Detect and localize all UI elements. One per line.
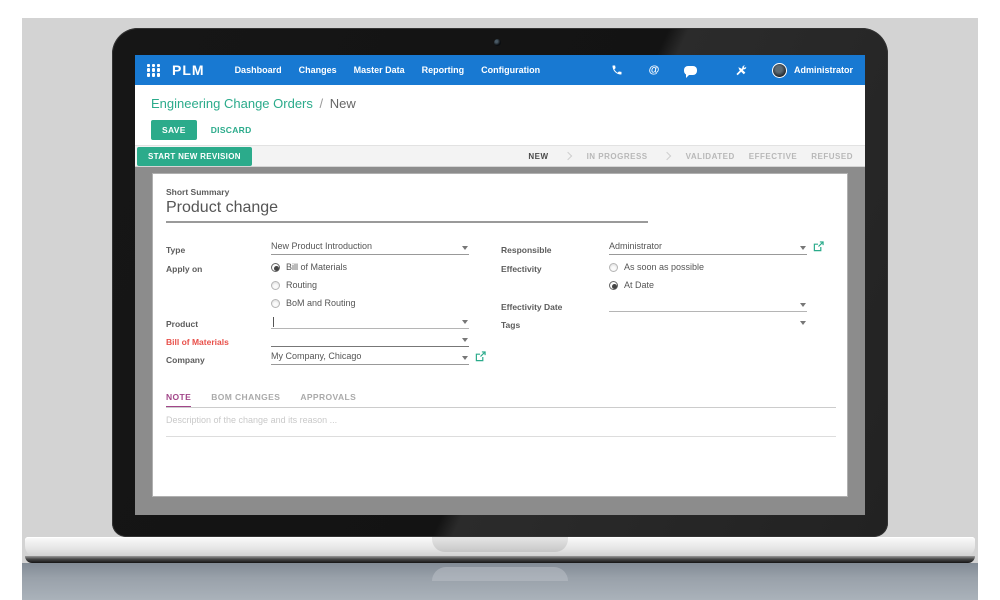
menu-dashboard[interactable]: Dashboard <box>235 65 282 75</box>
apps-grid-icon[interactable] <box>147 64 160 77</box>
radio-label: At Date <box>624 280 654 290</box>
radio-checked-icon <box>271 263 280 272</box>
radio-checked-icon <box>609 281 618 290</box>
tab-approvals[interactable]: APPROVALS <box>300 392 356 408</box>
responsible-value: Administrator <box>609 241 662 251</box>
laptop-front-edge <box>25 556 975 563</box>
menu-master-data[interactable]: Master Data <box>354 65 405 75</box>
laptop-reflection-notch <box>432 567 568 581</box>
breadcrumb-zone: Engineering Change Orders / New SAVE DIS… <box>135 85 865 145</box>
effectivity-date-select[interactable] <box>609 298 807 312</box>
chevron-down-icon <box>462 246 468 250</box>
chevron-down-icon <box>800 246 806 250</box>
save-button[interactable]: SAVE <box>151 120 197 140</box>
responsible-select[interactable]: Administrator <box>609 241 807 255</box>
workspace: Short Summary Product change Type New Pr… <box>135 167 865 515</box>
user-name[interactable]: Administrator <box>794 65 853 75</box>
stage-new[interactable]: NEW <box>528 152 548 161</box>
radio-bill-of-materials[interactable]: Bill of Materials <box>271 262 347 272</box>
apply-on-label: Apply on <box>166 264 202 274</box>
laptop-base-notch <box>432 537 568 552</box>
webcam <box>494 39 501 46</box>
breadcrumb-separator: / <box>320 96 324 111</box>
short-summary-label: Short Summary <box>166 187 229 197</box>
action-buttons: SAVE DISCARD <box>151 120 865 140</box>
tabs-divider <box>166 407 836 408</box>
effectivity-label: Effectivity <box>501 264 542 274</box>
breadcrumb-parent[interactable]: Engineering Change Orders <box>151 96 313 111</box>
top-navbar: PLM Dashboard Changes Master Data Report… <box>135 55 865 85</box>
navbar-right: @ Administrator <box>587 63 853 78</box>
stage-validated[interactable]: VALIDATED <box>686 152 735 161</box>
note-underline <box>166 436 836 437</box>
external-link-icon[interactable] <box>813 241 824 252</box>
menu-changes[interactable]: Changes <box>299 65 337 75</box>
company-value: My Company, Chicago <box>271 351 361 361</box>
chevron-down-icon <box>800 303 806 307</box>
radio-label: Routing <box>286 280 317 290</box>
short-summary-input[interactable]: Product change <box>166 199 648 223</box>
radio-label: Bill of Materials <box>286 262 347 272</box>
company-select[interactable]: My Company, Chicago <box>271 351 469 365</box>
radio-label: As soon as possible <box>624 262 704 272</box>
responsible-label: Responsible <box>501 245 552 255</box>
chevron-down-icon <box>462 320 468 324</box>
type-label: Type <box>166 245 185 255</box>
tab-bom-changes[interactable]: BOM CHANGES <box>211 392 280 408</box>
form-sheet: Short Summary Product change Type New Pr… <box>152 173 848 497</box>
tags-label: Tags <box>501 320 520 330</box>
mention-icon[interactable]: @ <box>647 63 661 77</box>
user-avatar[interactable] <box>772 63 787 78</box>
start-new-revision-button[interactable]: START NEW REVISION <box>137 147 252 166</box>
product-select[interactable] <box>271 315 469 329</box>
chevron-down-icon <box>462 338 468 342</box>
type-value: New Product Introduction <box>271 241 372 251</box>
bill-of-materials-select[interactable] <box>271 333 469 347</box>
discard-button[interactable]: DISCARD <box>211 125 252 135</box>
bill-of-materials-label: Bill of Materials <box>166 337 229 347</box>
breadcrumb: Engineering Change Orders / New <box>151 96 865 111</box>
effectivity-date-label: Effectivity Date <box>501 302 562 312</box>
radio-unchecked-icon <box>271 299 280 308</box>
notebook-tabs: NOTE BOM CHANGES APPROVALS <box>166 392 356 408</box>
stage-chevron-icon <box>563 152 571 160</box>
radio-routing[interactable]: Routing <box>271 280 317 290</box>
radio-label: BoM and Routing <box>286 298 356 308</box>
stage-effective[interactable]: EFFECTIVE <box>749 152 798 161</box>
radio-unchecked-icon <box>609 263 618 272</box>
text-cursor <box>273 317 274 327</box>
status-bar: START NEW REVISION NEW IN PROGRESS VALID… <box>135 145 865 167</box>
product-label: Product <box>166 319 198 329</box>
app-screen: PLM Dashboard Changes Master Data Report… <box>135 55 865 515</box>
tab-note[interactable]: NOTE <box>166 392 191 408</box>
radio-as-soon-as-possible[interactable]: As soon as possible <box>609 262 704 272</box>
menu-configuration[interactable]: Configuration <box>481 65 540 75</box>
radio-at-date[interactable]: At Date <box>609 280 654 290</box>
main-menu: Dashboard Changes Master Data Reporting … <box>235 65 541 75</box>
radio-unchecked-icon <box>271 281 280 290</box>
menu-reporting[interactable]: Reporting <box>422 65 465 75</box>
stage-in-progress[interactable]: IN PROGRESS <box>587 152 648 161</box>
chevron-down-icon <box>462 356 468 360</box>
radio-bom-and-routing[interactable]: BoM and Routing <box>271 298 356 308</box>
app-title[interactable]: PLM <box>172 62 205 78</box>
type-select[interactable]: New Product Introduction <box>271 241 469 255</box>
stage-chevron-icon <box>662 152 670 160</box>
breadcrumb-current: New <box>330 96 356 111</box>
tools-icon[interactable] <box>734 63 748 77</box>
tags-select[interactable] <box>609 316 807 330</box>
note-input[interactable]: Description of the change and its reason… <box>166 415 337 425</box>
stage-refused[interactable]: REFUSED <box>811 152 853 161</box>
laptop-mockup: PLM Dashboard Changes Master Data Report… <box>0 0 1000 600</box>
external-link-icon[interactable] <box>475 351 486 362</box>
company-label: Company <box>166 355 205 365</box>
stage-pipeline: NEW IN PROGRESS VALIDATED EFFECTIVE REFU… <box>528 152 865 161</box>
chat-bubble-icon[interactable] <box>684 63 698 77</box>
chevron-down-icon <box>800 321 806 325</box>
phone-icon[interactable] <box>610 63 624 77</box>
